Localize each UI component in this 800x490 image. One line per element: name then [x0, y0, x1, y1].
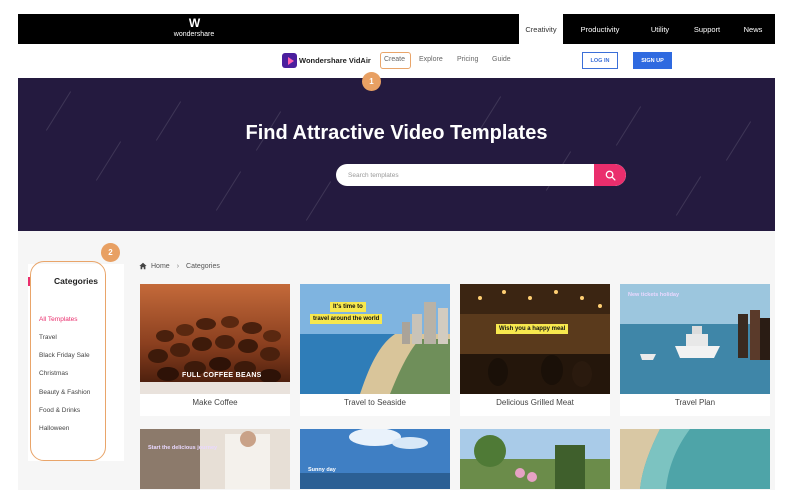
template-thumbnail-seaside: It's time to travel around the world — [300, 284, 450, 394]
wondershare-logo-text: wondershare — [173, 31, 215, 38]
template-card-row2-1[interactable]: Start the delicious journey — [140, 429, 290, 489]
top-nav-utility[interactable]: Utility — [637, 14, 683, 44]
login-button[interactable]: LOG IN — [582, 52, 618, 69]
search-icon — [605, 170, 616, 181]
card-tag-2: travel around the world — [310, 314, 383, 324]
search-bar — [336, 164, 626, 186]
template-card-travel-plan[interactable]: New tickets holiday Travel Plan — [620, 284, 770, 416]
top-nav-productivity[interactable]: Productivity — [563, 14, 637, 44]
template-card-travel-seaside[interactable]: It's time to travel around the world Tra… — [300, 284, 450, 416]
top-nav-support[interactable]: Support — [683, 14, 731, 44]
nav-link-create[interactable]: Create — [384, 56, 405, 63]
vidair-logo-icon[interactable] — [282, 53, 297, 68]
content-area: 2 Categories All Templates Travel Black … — [18, 231, 775, 490]
breadcrumb: Home › Categories — [139, 262, 220, 270]
template-card-label: Travel Plan — [674, 398, 716, 407]
card-caption-row2-1: Start the delicious journey — [148, 445, 218, 451]
template-card-label: Make Coffee — [192, 398, 238, 407]
template-card-label: Travel to Seaside — [344, 398, 406, 407]
nav-link-guide[interactable]: Guide — [492, 56, 511, 63]
page: W wondershare Creativity Productivity Ut… — [0, 0, 800, 490]
hero-title: Find Attractive Video Templates — [245, 122, 548, 144]
top-nav-creativity[interactable]: Creativity — [519, 14, 563, 44]
card-tag-1: It's time to — [330, 302, 366, 312]
card-caption-row2-2: Sunny day — [308, 467, 336, 473]
card-caption-coffee: FULL COFFEE BEANS — [182, 372, 262, 379]
categories-highlight-box — [30, 261, 106, 461]
signup-button[interactable]: SIGN UP — [633, 52, 672, 69]
card-caption-travel-plan: New tickets holiday — [628, 292, 680, 298]
nav-link-pricing[interactable]: Pricing — [457, 56, 478, 63]
template-card-row2-3[interactable] — [460, 429, 610, 489]
template-thumbnail-coffee: FULL COFFEE BEANS — [140, 284, 290, 394]
top-nav: Creativity Productivity Utility Support … — [519, 14, 775, 44]
card-tag-meal: Wish you a happy meal — [496, 324, 569, 334]
step-badge-2: 2 — [101, 243, 120, 262]
template-card-grilled-meat[interactable]: Wish you a happy meal Delicious Grilled … — [460, 284, 610, 416]
step-badge-1: 1 — [362, 72, 381, 91]
breadcrumb-home[interactable]: Home — [151, 263, 170, 270]
nav-link-explore[interactable]: Explore — [419, 56, 443, 63]
template-card-make-coffee[interactable]: FULL COFFEE BEANS Make Coffee — [140, 284, 290, 416]
top-nav-news[interactable]: News — [731, 14, 775, 44]
wondershare-logo-mark: W — [188, 16, 200, 30]
template-card-label: Delicious Grilled Meat — [496, 398, 574, 407]
template-thumbnail-grilled-meat: Wish you a happy meal — [460, 284, 610, 394]
home-icon[interactable] — [139, 262, 147, 270]
top-bar: W wondershare Creativity Productivity Ut… — [18, 14, 775, 44]
template-card-row2-2[interactable]: Sunny day — [300, 429, 450, 489]
product-name[interactable]: Wondershare VidAir — [299, 56, 371, 65]
product-nav: Wondershare VidAir Create Explore Pricin… — [18, 44, 775, 91]
chevron-right-icon: › — [176, 262, 180, 270]
hero-banner: Find Attractive Video Templates — [18, 78, 775, 231]
wondershare-logo[interactable]: W wondershare — [164, 16, 224, 42]
breadcrumb-current: Categories — [186, 262, 220, 270]
template-card-row2-4[interactable] — [620, 429, 770, 489]
search-input[interactable] — [336, 164, 594, 186]
template-thumbnail-travel-plan: New tickets holiday — [620, 284, 770, 394]
search-button[interactable] — [594, 164, 626, 186]
